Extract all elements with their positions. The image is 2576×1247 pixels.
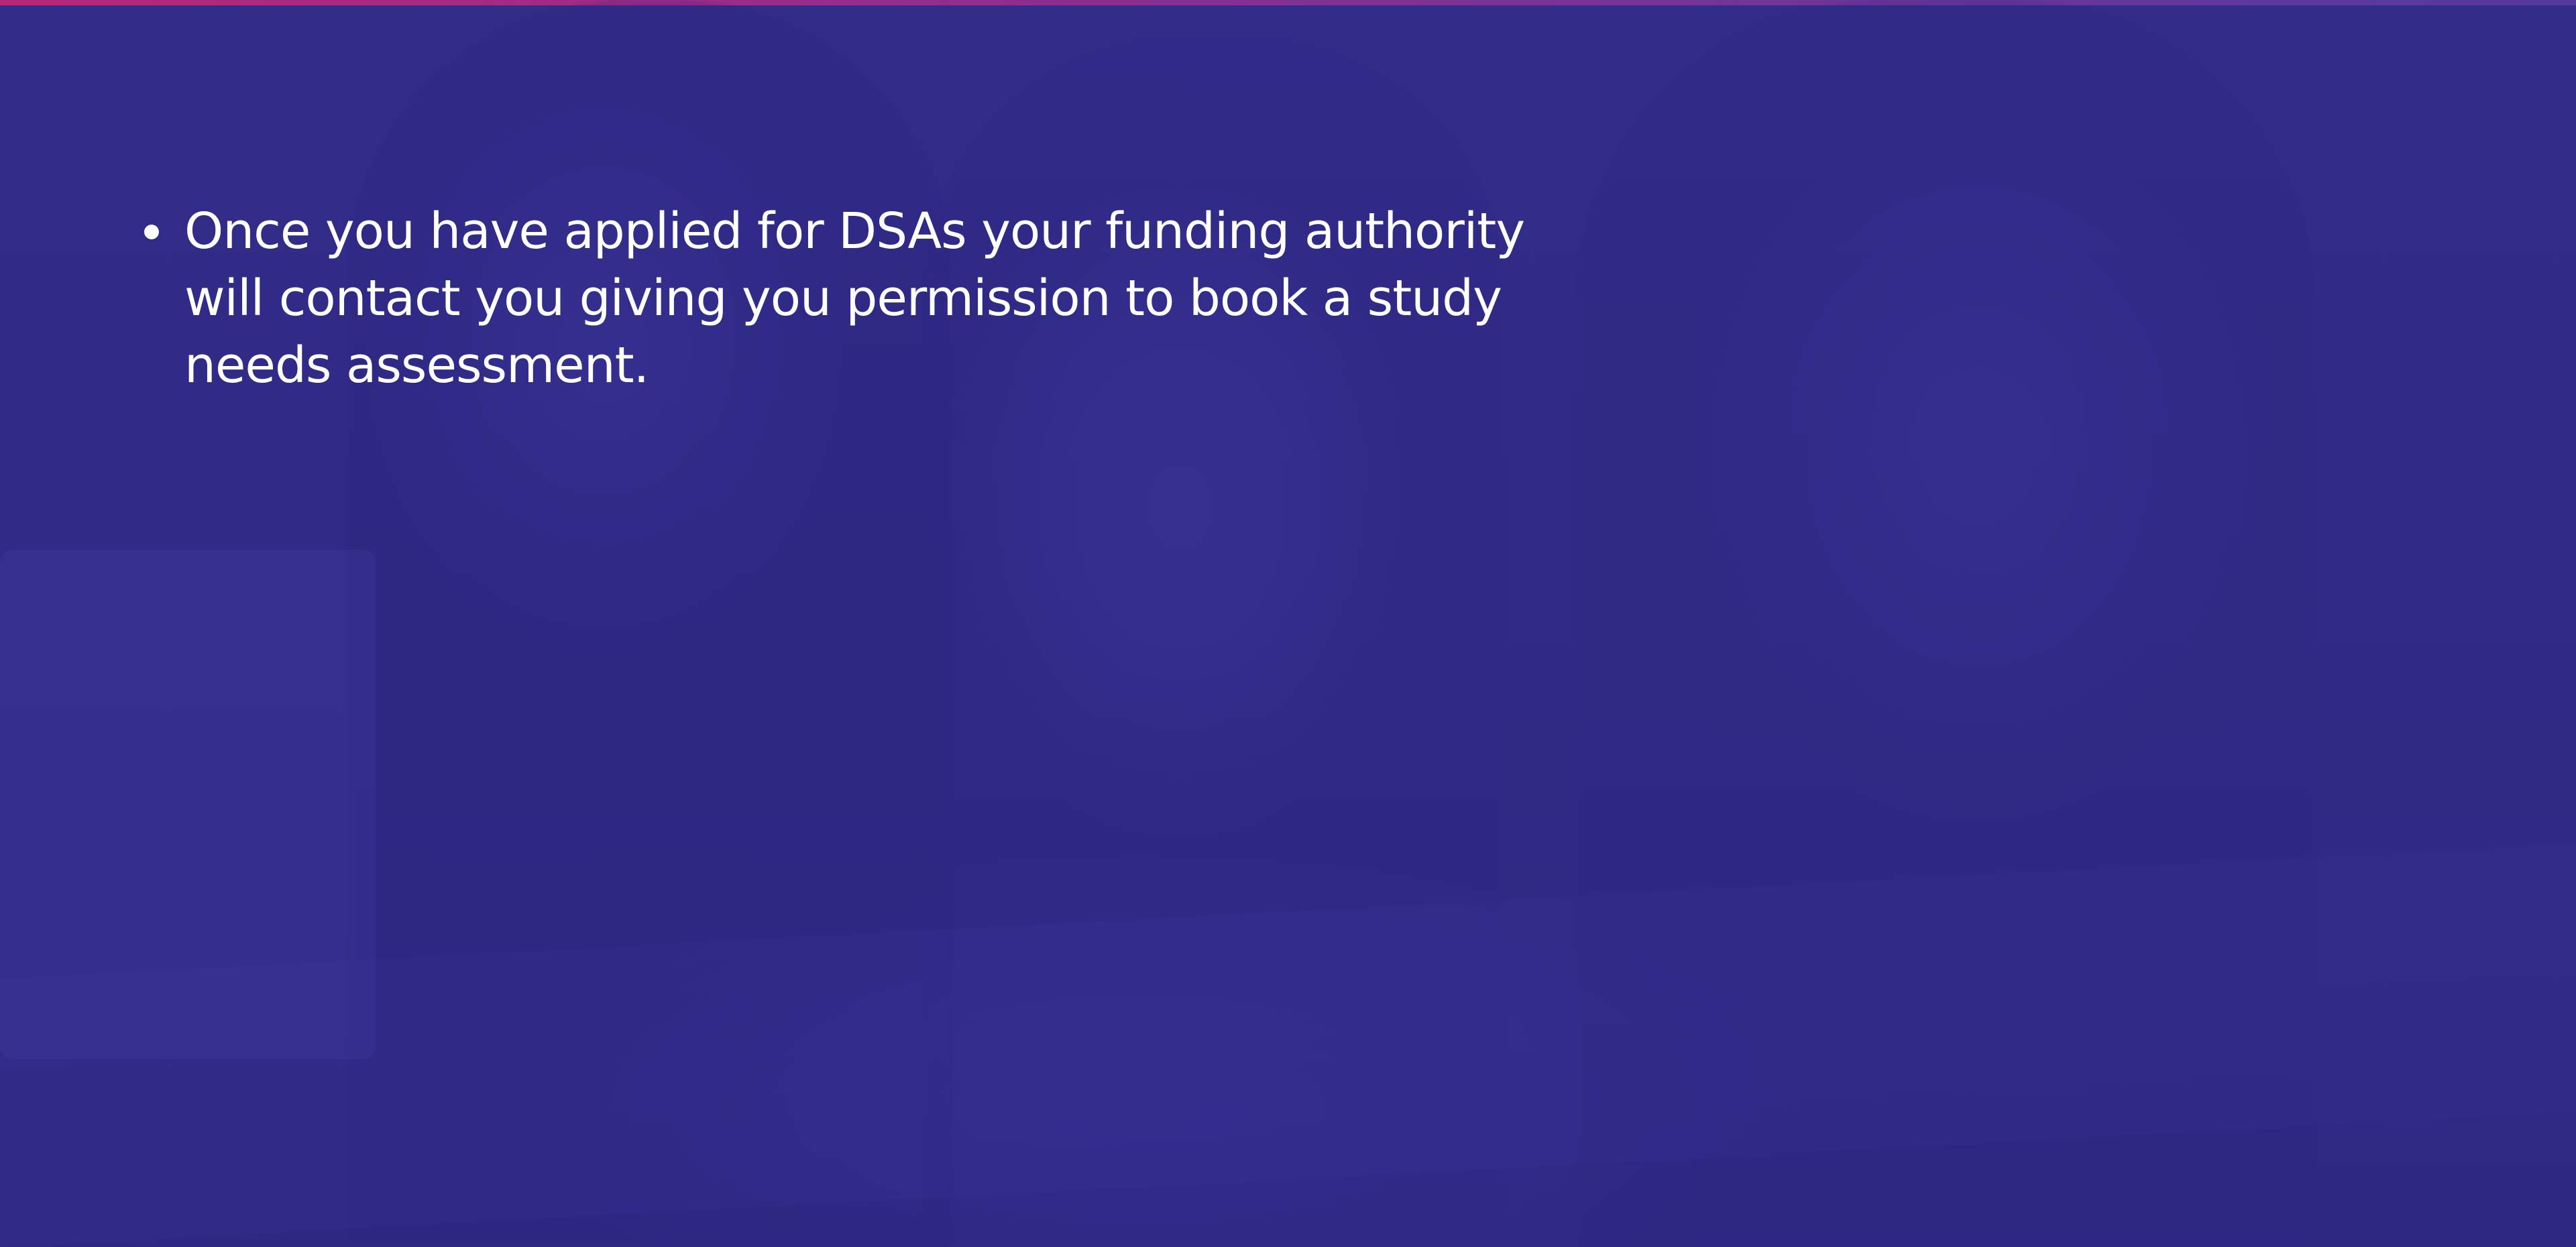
bullet-dot-icon (144, 225, 159, 239)
bullet-item: Once you have applied for DSAs your fund… (137, 198, 1532, 399)
background-photo-overlay (0, 0, 2576, 1247)
bullet-text: Once you have applied for DSAs your fund… (184, 202, 1525, 394)
bullet-list: Once you have applied for DSAs your fund… (137, 198, 1532, 399)
slide-content: Once you have applied for DSAs your fund… (137, 198, 1532, 399)
